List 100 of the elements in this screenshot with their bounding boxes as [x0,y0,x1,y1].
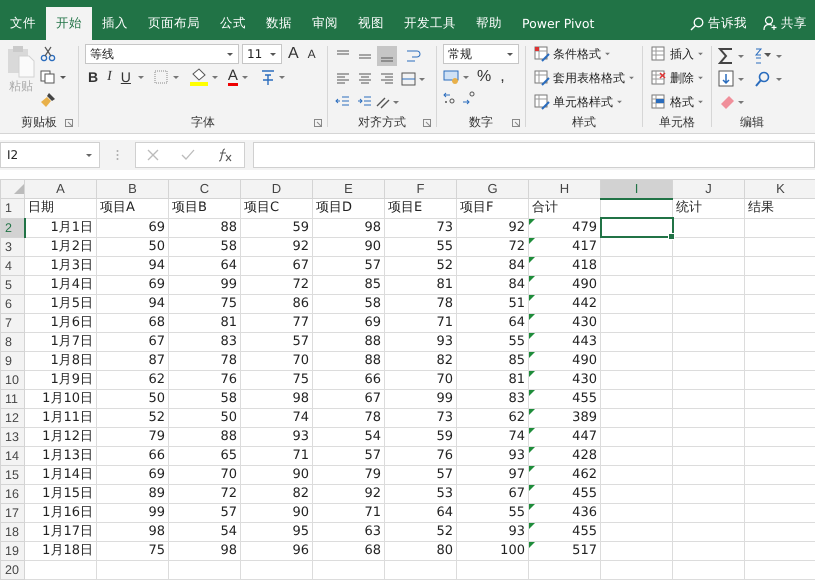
cell-text: 62 [508,410,525,424]
comma-button[interactable]: , [497,68,508,86]
column-header[interactable]: F [384,180,456,198]
row-header[interactable]: 13 [0,427,24,446]
dialog-launcher-icon[interactable] [423,119,431,127]
cells-menu-button[interactable]: 插入 [649,44,709,64]
copy-icon[interactable] [40,70,66,84]
fill-color-icon[interactable] [188,68,219,86]
ribbon-tab[interactable]: Power Pivot [512,7,604,40]
name-box[interactable]: I2 [0,142,100,168]
row-header[interactable]: 8 [0,332,24,351]
row-header[interactable]: 19 [0,541,24,560]
wrap-text-icon[interactable] [405,48,421,64]
row-header[interactable]: 15 [0,465,24,484]
cells-menu-button[interactable]: 格式 [649,92,709,112]
ribbon-tab[interactable]: 数据 [256,7,302,40]
row-header[interactable]: 12 [0,408,24,427]
styles-menu-button[interactable]: 条件格式 [532,44,640,64]
ribbon-tab[interactable]: 页面布局 [138,7,210,40]
function-icon[interactable] [217,148,233,162]
column-header[interactable]: J [672,180,744,198]
ribbon-tab[interactable]: 公式 [210,7,256,40]
grow-font-button[interactable]: A [285,45,302,63]
column-header[interactable]: D [240,180,312,198]
cell-text: 57 [220,504,237,520]
column-header[interactable]: C [168,180,240,198]
align-left-icon[interactable] [335,70,351,86]
column-header[interactable]: K [744,180,815,198]
share-button[interactable]: 共享 [755,7,815,40]
dialog-launcher-icon[interactable] [65,119,73,127]
ribbon-tab[interactable]: 文件 [0,7,46,40]
cell-text: 70 [220,466,237,482]
column-header[interactable]: I [600,180,672,198]
ribbon-tab[interactable]: 帮助 [466,7,512,40]
search-icon[interactable] [754,70,784,88]
borders-icon[interactable] [154,70,180,84]
currency-icon[interactable] [443,69,471,85]
cell-text: 1月15日 [42,486,93,500]
number-format-field[interactable]: 常规 [443,44,519,64]
error-indicator-icon [529,446,535,452]
row-header[interactable]: 14 [0,446,24,465]
cell-text: 99 [148,504,165,520]
row-header[interactable]: 6 [0,294,24,313]
fill-icon[interactable] [718,70,746,88]
cell-text: 项目B [172,200,207,216]
row-header[interactable]: 20 [0,560,24,579]
row-header[interactable]: 9 [0,351,24,370]
italic-button[interactable]: I [104,69,115,85]
row-header[interactable]: 1 [0,198,24,218]
row-header[interactable]: 5 [0,275,24,294]
cell-text: 58 [220,238,237,254]
percent-button[interactable]: % [474,68,494,86]
ribbon-tab[interactable]: 开始 [46,7,92,40]
row-header[interactable]: 16 [0,484,24,503]
ribbon-tab[interactable]: 视图 [348,7,394,40]
merge-cells-icon[interactable] [401,70,425,86]
formula-input-field[interactable] [253,142,815,168]
font-color-button[interactable]: A [228,68,238,86]
caret-icon [697,76,704,80]
align-center-icon[interactable] [357,70,373,86]
ribbon-tab[interactable]: 审阅 [302,7,348,40]
align-bottom-icon[interactable] [377,46,397,66]
autosum-icon[interactable] [718,46,746,64]
sort-filter-icon[interactable] [754,46,784,64]
font-size-field[interactable]: 11 [242,44,282,64]
cell-text: 项目A [100,200,135,216]
column-header[interactable]: G [456,180,528,198]
row-header[interactable]: 7 [0,313,24,332]
ribbon-tab[interactable]: 插入 [92,7,138,40]
fill-handle[interactable] [668,232,675,240]
styles-menu-button[interactable]: 单元格样式 [532,92,640,112]
ribbon-tab[interactable]: 开发工具 [394,7,466,40]
row-header[interactable]: 17 [0,503,24,522]
format-painter-icon[interactable] [40,92,56,108]
row-header[interactable]: 10 [0,370,24,389]
shrink-font-button[interactable]: A [304,47,319,61]
cells-menu-button[interactable]: 删除 [649,68,709,88]
row-header[interactable]: 11 [0,389,24,408]
dialog-launcher-icon[interactable] [512,119,520,127]
row-header[interactable]: 3 [0,237,24,256]
tell-me-button[interactable]: 告诉我 [682,7,755,40]
row-header[interactable]: 4 [0,256,24,275]
cell-text: 75 [220,296,237,310]
cell-text: 81 [436,276,453,292]
check-icon[interactable] [181,149,195,161]
column-header[interactable]: H [528,180,600,198]
row-header[interactable]: 18 [0,522,24,541]
styles-menu-button[interactable]: 套用表格格式 [532,68,640,88]
font-name-field[interactable]: 等线 [85,44,239,64]
align-right-icon[interactable] [379,70,395,86]
cell-text: 79 [148,428,165,444]
row-header[interactable]: 2 [0,218,24,237]
caret-icon[interactable] [240,74,249,80]
column-header[interactable]: B [96,180,168,198]
column-header[interactable]: A [24,180,96,198]
underline-button[interactable]: U [118,69,134,85]
column-header[interactable]: E [312,180,384,198]
bold-button[interactable]: B [85,69,102,85]
caret-icon[interactable] [136,74,145,80]
dialog-launcher-icon[interactable] [314,119,322,127]
